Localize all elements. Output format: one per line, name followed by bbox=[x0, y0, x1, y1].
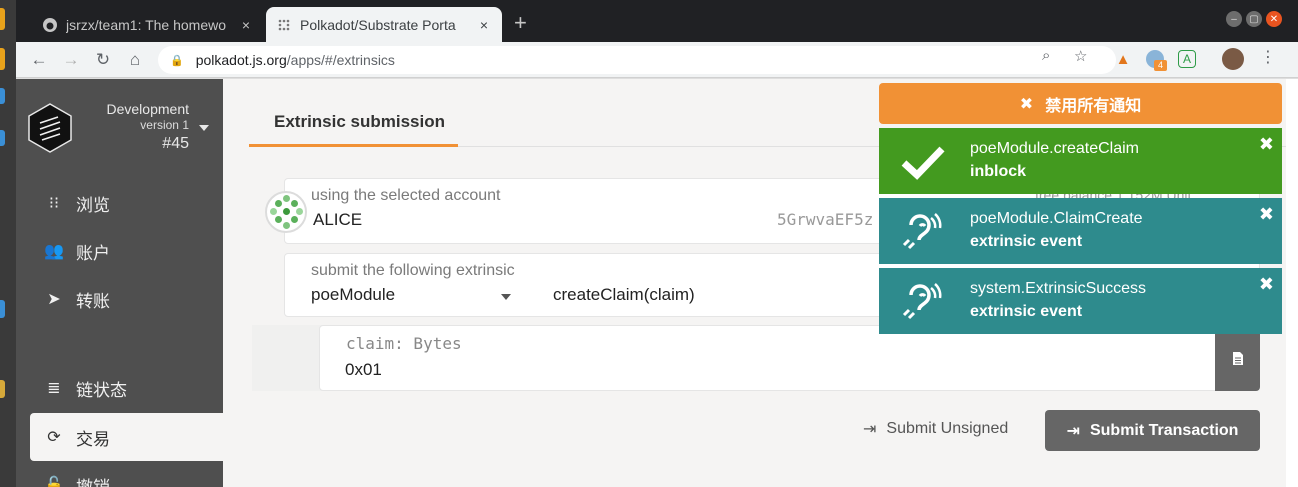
module-dropdown-icon[interactable] bbox=[501, 294, 511, 300]
block-number: #45 bbox=[162, 135, 189, 152]
claim-value: 0x01 bbox=[345, 360, 382, 379]
sign-in-icon: ⇥ bbox=[1066, 422, 1080, 440]
database-icon: ≣ bbox=[47, 380, 61, 397]
url-path: /apps/#/extrinsics bbox=[286, 52, 395, 68]
check-icon bbox=[897, 140, 949, 184]
notification-title: poeModule.createClaim bbox=[970, 140, 1139, 157]
tab-extrinsic-submission[interactable]: Extrinsic submission bbox=[249, 107, 458, 147]
tab-github[interactable]: jsrzx/team1: The homewo × bbox=[32, 7, 264, 42]
tab-title: jsrzx/team1: The homewo bbox=[66, 16, 227, 33]
forward-icon[interactable]: → bbox=[60, 49, 82, 71]
sidebar: Development version 1 #45 ⁝⁝ 浏览 👥 账户 ➤ 转… bbox=[16, 79, 223, 487]
minimize-icon[interactable]: – bbox=[1226, 11, 1242, 27]
maximize-icon[interactable]: ▢ bbox=[1246, 11, 1262, 27]
account-address: 5GrwvaEF5z bbox=[777, 210, 874, 229]
tab-polkadot[interactable]: Polkadot/Substrate Porta × bbox=[266, 7, 502, 42]
notification-claim-create: poeModule.ClaimCreate extrinsic event ✖ bbox=[879, 198, 1282, 264]
notification-extrinsic-success: system.ExtrinsicSuccess extrinsic event … bbox=[879, 268, 1282, 334]
zoom-icon[interactable]: ⌕ bbox=[1042, 47, 1050, 64]
assistive-listening-icon bbox=[897, 210, 949, 254]
close-window-icon[interactable]: ✕ bbox=[1266, 11, 1282, 27]
users-icon: 👥 bbox=[44, 243, 64, 260]
close-notification-icon[interactable]: ✖ bbox=[1259, 274, 1274, 295]
claim-label: claim: Bytes bbox=[346, 334, 462, 353]
chain-version: version 1 bbox=[140, 118, 189, 132]
back-icon[interactable]: ← bbox=[28, 49, 50, 71]
sidebar-item-democracy[interactable]: 🔓 撤销 bbox=[30, 461, 223, 487]
notification-title: system.ExtrinsicSuccess bbox=[970, 280, 1147, 297]
url-host: polkadot.js.org bbox=[195, 52, 287, 68]
sidebar-item-explorer[interactable]: ⁝⁝ 浏览 bbox=[30, 179, 223, 227]
polkadot-icon bbox=[276, 17, 292, 33]
browser-window: jsrzx/team1: The homewo × Polkadot/Subst… bbox=[16, 0, 1298, 487]
extension-badge: 4 bbox=[1154, 60, 1167, 71]
browser-toolbar: ← → ↻ ⌂ 🔒 polkadot.js.org/apps/#/extrins… bbox=[16, 42, 1298, 78]
notification-status: inblock bbox=[970, 163, 1027, 180]
extrinsic-label: submit the following extrinsic bbox=[311, 262, 515, 279]
submit-transaction-label: Submit Transaction bbox=[1089, 421, 1239, 439]
tab-close-icon[interactable]: × bbox=[238, 17, 254, 33]
lock-icon: 🔒 bbox=[170, 54, 184, 67]
new-tab-icon[interactable]: + bbox=[514, 12, 527, 34]
submit-unsigned-label: Submit Unsigned bbox=[886, 420, 1009, 437]
close-notification-icon[interactable]: ✖ bbox=[1259, 134, 1274, 155]
notification-status: extrinsic event bbox=[970, 233, 1083, 250]
reload-icon[interactable]: ↻ bbox=[92, 49, 114, 71]
notification-inblock: poeModule.createClaim inblock ✖ bbox=[879, 128, 1282, 194]
sidebar-item-accounts[interactable]: 👥 账户 bbox=[30, 227, 223, 275]
sidebar-item-label: 转账 bbox=[76, 291, 110, 311]
profile-avatar[interactable] bbox=[1222, 48, 1244, 70]
dismiss-all-notifications-button[interactable]: ✖ 禁用所有通知 bbox=[879, 83, 1282, 124]
assistive-listening-icon bbox=[897, 280, 949, 324]
notification-title: poeModule.ClaimCreate bbox=[970, 210, 1143, 227]
call-select[interactable]: createClaim(claim) bbox=[553, 285, 695, 305]
sidebar-item-label: 账户 bbox=[76, 243, 110, 263]
explorer-icon: ⁝⁝ bbox=[48, 195, 60, 212]
tab-close-icon[interactable]: × bbox=[476, 17, 492, 33]
sidebar-item-label: 浏览 bbox=[76, 195, 110, 215]
chain-info[interactable]: Development version 1 #45 bbox=[107, 101, 190, 152]
notification-status: extrinsic event bbox=[970, 303, 1083, 320]
extension-a-icon[interactable]: A bbox=[1178, 50, 1196, 68]
sidebar-item-label: 撤销 bbox=[76, 477, 110, 487]
account-identicon bbox=[265, 191, 307, 233]
chain-dropdown-icon[interactable] bbox=[199, 125, 209, 131]
dismiss-all-label: 禁用所有通知 bbox=[1045, 97, 1142, 115]
sidebar-item-label: 链状态 bbox=[76, 380, 127, 400]
submit-transaction-button[interactable]: ⇥ Submit Transaction bbox=[1045, 410, 1260, 451]
menu-dots-icon[interactable]: ⋮ bbox=[1260, 47, 1276, 67]
os-dock bbox=[0, 0, 16, 487]
sidebar-item-transfer[interactable]: ➤ 转账 bbox=[30, 275, 223, 323]
send-icon: ➤ bbox=[47, 291, 61, 308]
claim-input[interactable]: claim: Bytes 0x01 bbox=[319, 325, 1217, 391]
bookmark-star-icon[interactable]: ☆ bbox=[1074, 47, 1087, 65]
module-select[interactable]: poeModule bbox=[311, 285, 395, 305]
polkadot-logo-icon bbox=[28, 103, 72, 153]
github-icon bbox=[42, 17, 58, 33]
sidebar-item-chainstate[interactable]: ≣ 链状态 bbox=[30, 364, 223, 412]
file-upload-icon[interactable] bbox=[1215, 325, 1260, 391]
close-notification-icon[interactable]: ✖ bbox=[1259, 204, 1274, 225]
sign-in-icon: ⇥ bbox=[863, 421, 877, 438]
chain-name: Development bbox=[106, 101, 190, 117]
page-edge bbox=[1286, 79, 1298, 487]
tab-title: Polkadot/Substrate Porta bbox=[300, 16, 456, 33]
sync-icon: ⟳ bbox=[47, 429, 61, 446]
close-icon: ✖ bbox=[1019, 95, 1034, 113]
sidebar-item-label: 交易 bbox=[76, 429, 110, 449]
address-bar[interactable]: 🔒 polkadot.js.org/apps/#/extrinsics bbox=[158, 46, 1116, 74]
sidebar-item-extrinsics[interactable]: ⟳ 交易 bbox=[30, 413, 223, 461]
home-icon[interactable]: ⌂ bbox=[124, 49, 146, 71]
metamask-icon[interactable]: ▲ bbox=[1114, 50, 1132, 68]
account-name: ALICE bbox=[313, 210, 363, 229]
submit-unsigned-button[interactable]: ⇥ Submit Unsigned bbox=[863, 409, 1008, 449]
tab-strip: jsrzx/team1: The homewo × Polkadot/Subst… bbox=[16, 0, 1298, 42]
account-label: using the selected account bbox=[311, 187, 501, 204]
unlock-icon: 🔓 bbox=[44, 477, 64, 487]
